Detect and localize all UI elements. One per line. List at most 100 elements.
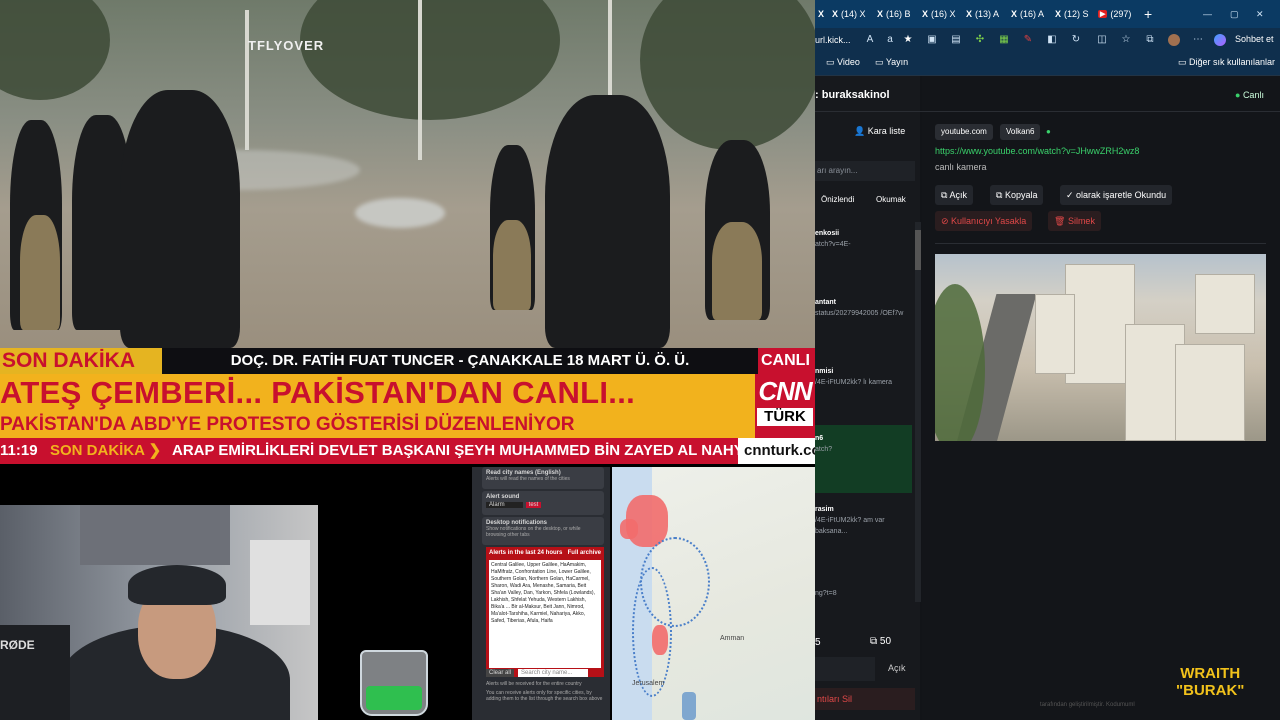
minimize-icon[interactable]: — bbox=[1203, 5, 1212, 23]
browser-tab[interactable]: X bbox=[818, 5, 824, 23]
browser-tab[interactable]: X (14) X bbox=[832, 5, 866, 23]
chat-link-item[interactable]: antant status/20279942005 /OEf7w bbox=[815, 297, 912, 353]
browser-tab[interactable]: X (12) S bbox=[1055, 5, 1089, 23]
close-icon[interactable]: ✕ bbox=[1256, 5, 1264, 23]
map-label-amman: Amman bbox=[720, 635, 745, 642]
split-screen-icon[interactable]: ◫ bbox=[1096, 34, 1108, 46]
extension-icon[interactable]: ▣ bbox=[926, 34, 938, 46]
option-alert-sound[interactable]: Alert sound Alarm test bbox=[482, 491, 604, 515]
profile-avatar[interactable] bbox=[1168, 34, 1180, 46]
channel-name: : buraksakinol bbox=[815, 89, 890, 101]
users-icon: 👤 bbox=[854, 126, 868, 136]
tree-cluster bbox=[0, 0, 110, 100]
favorites-icon[interactable]: ☆ bbox=[1120, 34, 1132, 46]
tab-label: (297) bbox=[1110, 9, 1132, 19]
browser-tab[interactable]: X (13) A bbox=[966, 5, 999, 23]
scrollbar[interactable] bbox=[915, 222, 921, 602]
tab-label: (16) A bbox=[1020, 9, 1045, 19]
alert-sound-select[interactable]: Alarm bbox=[486, 502, 523, 508]
tab-previewed[interactable]: Önizlendi bbox=[821, 195, 854, 204]
chat-search-input[interactable]: arı arayın... bbox=[815, 161, 915, 181]
bookmark-video[interactable]: ▭ Video bbox=[826, 57, 860, 68]
browser-tab[interactable]: X (16) B bbox=[877, 5, 911, 23]
red-alert-panel: Read city names (English) Alerts will re… bbox=[472, 467, 610, 720]
other-bookmarks[interactable]: ▭ Diğer sık kullanılanlar bbox=[1178, 57, 1275, 68]
streamer-headphones bbox=[128, 565, 226, 605]
extension-icon[interactable]: ✎ bbox=[1022, 34, 1034, 46]
option-desc: Alerts will read the names of the cities bbox=[486, 476, 570, 482]
extension-icon[interactable]: ◧ bbox=[1046, 34, 1058, 46]
extension-icon[interactable]: ✣ bbox=[974, 34, 986, 46]
collections-icon[interactable]: ⧉ bbox=[1144, 34, 1156, 46]
browser-tab[interactable]: X (16) A bbox=[1011, 5, 1044, 23]
translate-icon[interactable]: A bbox=[864, 34, 876, 46]
jar-fill bbox=[366, 686, 422, 710]
tree-row bbox=[935, 284, 985, 441]
city-search-input[interactable]: Search city name... bbox=[518, 669, 589, 677]
delete-button[interactable]: 🗑 Silmek bbox=[1048, 211, 1101, 231]
blacklist-button[interactable]: 👤 Kara liste bbox=[854, 126, 905, 137]
new-tab-button[interactable]: + bbox=[1144, 5, 1152, 23]
chat-link-item[interactable]: nmisi/4E-iFtUM2kk? lı kamera bbox=[815, 366, 912, 422]
test-sound-button[interactable]: test bbox=[525, 502, 542, 508]
scrollbar-thumb[interactable] bbox=[915, 230, 921, 270]
item-user: n6 bbox=[815, 435, 824, 442]
clear-all-button[interactable]: Clear all bbox=[486, 669, 515, 677]
read-aloud-icon[interactable]: a bbox=[884, 34, 896, 46]
alerts-map[interactable]: Amman Jerusalem bbox=[612, 467, 815, 720]
bookmark-yayin[interactable]: ▭ Yayın bbox=[875, 57, 908, 68]
extension-icon[interactable]: ▦ bbox=[998, 34, 1010, 46]
folder-icon: ▭ bbox=[875, 57, 886, 67]
link-url[interactable]: https://www.youtube.com/watch?v=JHwwZRH2… bbox=[935, 146, 1139, 156]
tree-cluster bbox=[300, 0, 560, 120]
tab-label: (13) A bbox=[975, 9, 1000, 19]
map-label-jerusalem: Jerusalem bbox=[632, 680, 665, 687]
divider bbox=[935, 243, 1266, 244]
more-menu-icon[interactable]: ⋯ bbox=[1192, 34, 1204, 46]
link-caption: canlı kamera bbox=[935, 162, 987, 172]
option-desktop-notifications[interactable]: Desktop notifications Show notifications… bbox=[482, 517, 604, 545]
extension-icon[interactable]: ▤ bbox=[950, 34, 962, 46]
input-box[interactable] bbox=[815, 657, 875, 681]
chat-link-item[interactable]: ng?t=8 bbox=[815, 588, 912, 602]
youtube-icon: ▶ bbox=[1098, 10, 1108, 18]
lamp-pole bbox=[418, 0, 422, 160]
live-badge: CANLI bbox=[758, 348, 815, 374]
favorite-star-icon[interactable]: ★ bbox=[902, 34, 914, 46]
browser-tab[interactable]: ▶ (297) bbox=[1098, 5, 1131, 23]
ban-user-button[interactable]: ⊘ Kullanıcıyı Yasakla bbox=[935, 211, 1033, 231]
webcam-feed bbox=[0, 505, 318, 720]
copilot-icon[interactable] bbox=[1214, 34, 1226, 46]
copilot-label[interactable]: Sohbet et bbox=[1235, 34, 1274, 44]
open-button[interactable]: Açık bbox=[888, 663, 906, 673]
tab-read[interactable]: Okumak bbox=[876, 195, 906, 204]
chat-link-item[interactable]: enkosii atch?v=4E- bbox=[815, 228, 912, 284]
browser-tab[interactable]: X (16) X bbox=[922, 5, 956, 23]
mark-read-button[interactable]: ✓ olarak işaretle Okundu bbox=[1060, 185, 1173, 205]
button-label: Silmek bbox=[1067, 216, 1095, 226]
police-officer-legs bbox=[20, 215, 60, 330]
breaking-news-label: SON DAKİKA bbox=[0, 348, 162, 374]
item-text: atch?v=4E- bbox=[815, 241, 851, 248]
delete-all-button[interactable]: ntıları Sil bbox=[815, 688, 915, 710]
alerts-text: Central Galilee, Upper Galilee, HaAmakim… bbox=[489, 560, 601, 668]
shares-value: 50 bbox=[879, 636, 892, 647]
copy-button[interactable]: ⧉ Kopyala bbox=[990, 185, 1044, 205]
alerts-footer-2: You can receive alerts only for specific… bbox=[486, 690, 603, 702]
cnn-logo-text: CNN bbox=[758, 376, 812, 406]
news-headline: ATEŞ ÇEMBERİ... PAKİSTAN'DAN CANLI... bbox=[0, 375, 636, 410]
option-desc: Show notifications on the desktop, or wh… bbox=[486, 526, 581, 538]
folder-icon: ▭ bbox=[826, 57, 838, 67]
button-label: Açık bbox=[949, 190, 967, 200]
link-preview-thumbnail[interactable] bbox=[935, 254, 1266, 441]
chat-link-item-selected[interactable]: n6 atch? bbox=[815, 425, 912, 493]
shares-count[interactable]: ⧉ 50 bbox=[870, 636, 891, 647]
refresh-icon[interactable]: ↻ bbox=[1070, 34, 1082, 46]
brand-line-2: "BURAK" bbox=[1176, 682, 1245, 699]
open-link-button[interactable]: ⧉ Açık bbox=[935, 185, 973, 205]
whiteboard bbox=[250, 540, 310, 625]
chat-link-item[interactable]: rasim/4E-iFtUM2kk? am var baksana... bbox=[815, 504, 912, 560]
full-archive-link[interactable]: Full archive bbox=[568, 550, 601, 556]
maximize-icon[interactable]: ▢ bbox=[1230, 5, 1239, 23]
option-read-city-names[interactable]: Read city names (English) Alerts will re… bbox=[482, 467, 604, 489]
